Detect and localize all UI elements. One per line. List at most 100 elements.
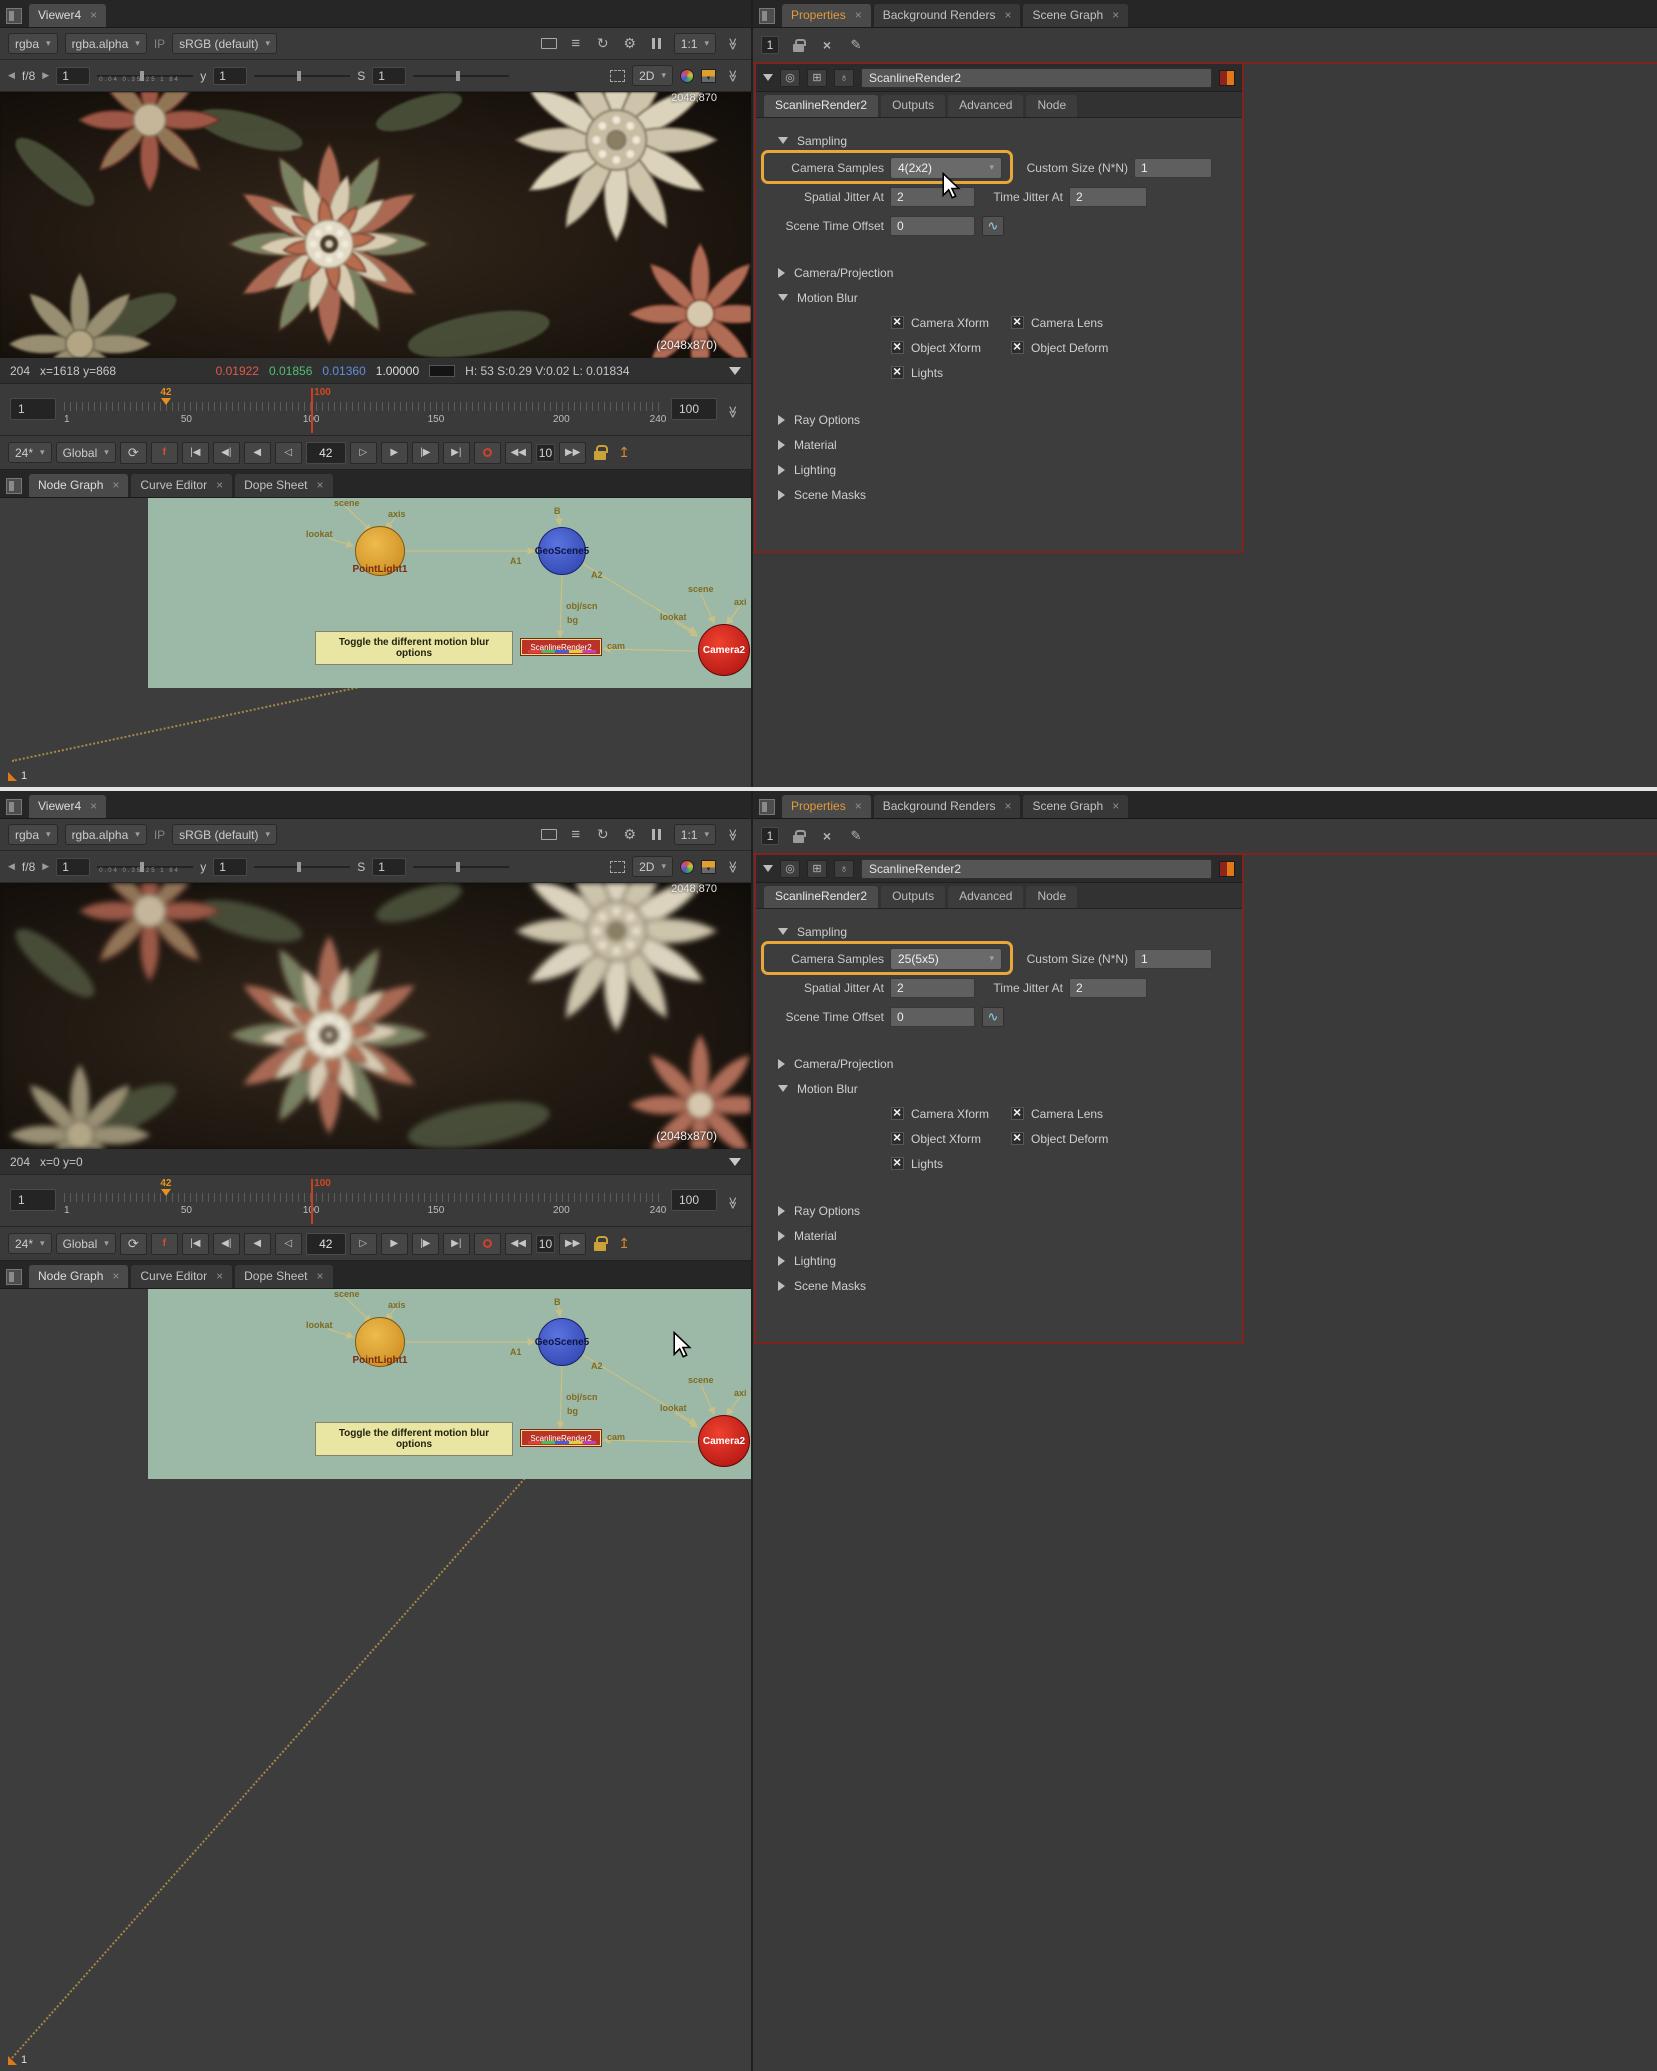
- monitor-out-icon[interactable]: [539, 825, 559, 845]
- panel-menu-icon[interactable]: [759, 8, 775, 24]
- next-keyframe-button[interactable]: [412, 1233, 439, 1255]
- range-start-input[interactable]: 1: [10, 398, 56, 420]
- step-back-button[interactable]: [244, 1233, 271, 1255]
- tab-viewer4[interactable]: Viewer4: [29, 795, 106, 818]
- skip-end-button[interactable]: [443, 442, 470, 464]
- panel-menu-icon[interactable]: [6, 799, 22, 815]
- sticky-note[interactable]: Toggle the different motion blur options: [315, 1422, 513, 1456]
- timeline-ruler[interactable]: 1 50 100 150 200 240 42 100: [64, 388, 661, 433]
- step-forward-button[interactable]: [381, 1233, 408, 1255]
- node-name-input[interactable]: ScanlineRender2: [861, 68, 1212, 88]
- gain-input[interactable]: 1: [56, 858, 90, 876]
- close-icon[interactable]: [1004, 801, 1011, 811]
- camera-lens-checkbox[interactable]: [1011, 316, 1024, 329]
- section-lighting[interactable]: Lighting: [766, 457, 1232, 482]
- tab-advanced[interactable]: Advanced: [948, 95, 1023, 117]
- flipbook-button[interactable]: f: [151, 442, 178, 464]
- time-jitter-input[interactable]: 2: [1069, 978, 1147, 998]
- timeline-options-icon[interactable]: [723, 1193, 743, 1213]
- next-arrow-icon[interactable]: ▶: [42, 861, 49, 872]
- panel-menu-icon[interactable]: [759, 799, 775, 815]
- node-color-swatch[interactable]: [1219, 70, 1235, 86]
- tab-node[interactable]: Node: [1026, 95, 1077, 117]
- panel-stack-count[interactable]: 1: [761, 36, 779, 54]
- roi-marquee-icon[interactable]: [610, 70, 625, 82]
- nodegraph-canvas[interactable]: scene axis lookat B A1 A2 obj/scn bg cam…: [0, 1289, 751, 2071]
- collapse-chevrons-icon[interactable]: [723, 825, 743, 845]
- skip-start-button[interactable]: [182, 442, 209, 464]
- close-icon[interactable]: [90, 10, 97, 20]
- tab-background-renders[interactable]: Background Renders: [874, 795, 1021, 818]
- view-mode-dropdown[interactable]: 2D: [632, 65, 673, 86]
- tab-viewer4[interactable]: Viewer4: [29, 4, 106, 27]
- viewer-canvas[interactable]: 2048,870 (2048x870): [0, 92, 751, 358]
- close-icon[interactable]: [112, 1271, 119, 1281]
- object-xform-checkbox[interactable]: [891, 1132, 904, 1145]
- gain-input[interactable]: 1: [56, 67, 90, 85]
- current-frame-input[interactable]: 42: [306, 442, 346, 464]
- tab-advanced[interactable]: Advanced: [948, 886, 1023, 908]
- close-icon[interactable]: [216, 1271, 223, 1281]
- pause-icon[interactable]: [647, 34, 667, 54]
- section-ray-options[interactable]: Ray Options: [766, 1198, 1232, 1223]
- input-process-toggle[interactable]: IP: [154, 37, 165, 51]
- nodegraph-workspace[interactable]: scene axis lookat B A1 A2 obj/scn bg cam…: [148, 498, 751, 688]
- export-icon[interactable]: [614, 443, 634, 463]
- monitor-out-icon[interactable]: [539, 34, 559, 54]
- tab-outputs[interactable]: Outputs: [881, 95, 945, 117]
- collapse-triangle-icon[interactable]: [763, 865, 773, 872]
- colorwheel-icon[interactable]: [680, 860, 694, 874]
- node-camera2[interactable]: Camera2: [698, 1415, 750, 1467]
- alpha-channel-dropdown[interactable]: rgba.alpha: [65, 33, 147, 54]
- center-node-icon[interactable]: ◎: [780, 69, 800, 87]
- play-forward-button[interactable]: [350, 442, 377, 464]
- saturation-input[interactable]: 1: [372, 858, 406, 876]
- refresh-icon[interactable]: [593, 825, 613, 845]
- view-mode-dropdown[interactable]: 2D: [632, 856, 673, 877]
- tab-node[interactable]: Node: [1026, 886, 1077, 908]
- panel-stack-count[interactable]: 1: [761, 827, 779, 845]
- node-color-swatch[interactable]: [1219, 861, 1235, 877]
- refresh-icon[interactable]: [593, 34, 613, 54]
- node-pointlight1[interactable]: PointLight1: [355, 1317, 405, 1367]
- node-camera2[interactable]: Camera2: [698, 624, 750, 676]
- panel-menu-icon[interactable]: [6, 8, 22, 24]
- zoom-dropdown[interactable]: 1:1: [674, 824, 716, 845]
- flipbook-button[interactable]: f: [151, 1233, 178, 1255]
- play-forward-button[interactable]: [350, 1233, 377, 1255]
- edit-icon[interactable]: [846, 826, 866, 846]
- tab-background-renders[interactable]: Background Renders: [874, 4, 1021, 27]
- tab-dope-sheet[interactable]: Dope Sheet: [235, 474, 332, 497]
- tab-node-graph[interactable]: Node Graph: [29, 1265, 128, 1288]
- tab-properties[interactable]: Properties: [782, 4, 871, 27]
- object-deform-checkbox[interactable]: [1011, 1132, 1024, 1145]
- nodegraph-workspace[interactable]: scene axis lookat B A1 A2 obj/scn bg cam…: [148, 1289, 751, 1479]
- nodegraph-canvas[interactable]: scene axis lookat B A1 A2 obj/scn bg cam…: [0, 498, 751, 787]
- camera-lens-checkbox[interactable]: [1011, 1107, 1024, 1120]
- gain-slider[interactable]: 0.04 0.35 25 1 84: [97, 68, 193, 84]
- animation-curve-icon[interactable]: [982, 216, 1004, 236]
- play-backward-button[interactable]: [275, 442, 302, 464]
- gear-icon[interactable]: [620, 825, 640, 845]
- stop-button[interactable]: [474, 1233, 501, 1255]
- skip-start-button[interactable]: [182, 1233, 209, 1255]
- next-arrow-icon[interactable]: ▶: [42, 70, 49, 81]
- prev-arrow-icon[interactable]: ◀: [8, 70, 15, 81]
- clear-panels-icon[interactable]: [817, 35, 837, 55]
- section-camera-projection[interactable]: Camera/Projection: [766, 260, 1232, 285]
- section-material[interactable]: Material: [766, 1223, 1232, 1248]
- zoom-dropdown[interactable]: 1:1: [674, 33, 716, 54]
- collapse-chevrons-icon[interactable]: [723, 66, 743, 86]
- saturation-input[interactable]: 1: [372, 67, 406, 85]
- camera-xform-checkbox[interactable]: [891, 316, 904, 329]
- float-panel-icon[interactable]: ⊞: [807, 860, 827, 878]
- center-node-icon[interactable]: ◎: [780, 860, 800, 878]
- colorspace-dropdown[interactable]: sRGB (default): [172, 824, 277, 845]
- animation-curve-icon[interactable]: [982, 1007, 1004, 1027]
- node-name-input[interactable]: ScanlineRender2: [861, 859, 1212, 879]
- collapse-chevrons-icon[interactable]: [723, 857, 743, 877]
- next-keyframe-button[interactable]: [412, 442, 439, 464]
- saturation-slider[interactable]: [413, 68, 509, 84]
- jump-back-button[interactable]: [505, 1233, 532, 1255]
- saturation-slider[interactable]: [413, 859, 509, 875]
